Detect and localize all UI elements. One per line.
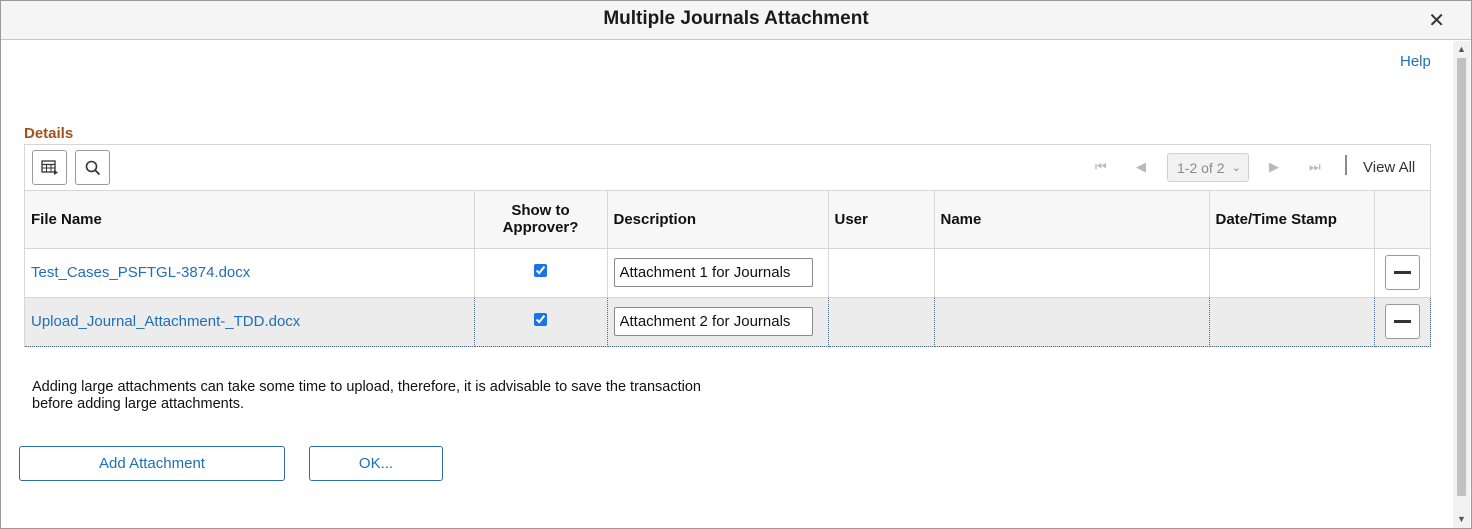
add-attachment-button[interactable]: Add Attachment <box>19 446 285 481</box>
file-name-cell: Upload_Journal_Attachment-_TDD.docx <box>25 296 475 347</box>
user-cell <box>828 296 935 347</box>
pager-divider <box>1345 155 1347 175</box>
dialog-titlebar: Multiple Journals Attachment ✕ <box>1 1 1471 40</box>
close-icon[interactable]: ✕ <box>1428 11 1445 31</box>
previous-page-icon[interactable]: ◀ <box>1136 159 1146 175</box>
first-page-icon[interactable]: ⏮ <box>1095 159 1107 175</box>
scroll-thumb[interactable] <box>1457 58 1466 496</box>
help-link[interactable]: Help <box>1400 53 1431 70</box>
name-cell <box>934 296 1210 347</box>
dialog: Multiple Journals Attachment ✕ ▲ ▼ Help … <box>0 0 1472 529</box>
ok-button[interactable]: OK... <box>309 446 443 481</box>
grid-personalize-icon <box>40 159 58 175</box>
actions-header <box>1374 191 1431 249</box>
scroll-up-arrow-icon[interactable]: ▲ <box>1453 41 1470 58</box>
details-section-title: Details <box>24 125 74 142</box>
delete-row-button[interactable] <box>1384 255 1420 290</box>
user-cell <box>828 248 935 298</box>
description-cell <box>607 296 829 347</box>
datetime-cell <box>1209 248 1375 298</box>
file-link[interactable]: Upload_Journal_Attachment-_TDD.docx <box>31 313 300 330</box>
table-header-row: File Name Show to Approver? Description … <box>25 191 1431 249</box>
datetime-cell <box>1209 296 1375 347</box>
description-input[interactable] <box>613 258 813 287</box>
delete-row-button[interactable] <box>1384 304 1420 339</box>
attachments-table: File Name Show to Approver? Description … <box>25 191 1431 347</box>
file-name-cell: Test_Cases_PSFTGL-3874.docx <box>25 248 475 298</box>
show-header-line1: Show to <box>511 202 570 220</box>
show-to-approver-checkbox[interactable] <box>534 264 547 277</box>
file-name-header: File Name <box>25 191 475 249</box>
name-cell <box>934 248 1210 298</box>
pager-select[interactable]: 1-2 of 2 ⌄ <box>1167 153 1249 182</box>
show-to-approver-cell <box>474 248 608 298</box>
view-all-link[interactable]: View All <box>1363 159 1415 176</box>
chevron-down-icon: ⌄ <box>1231 162 1241 174</box>
scroll-down-arrow-icon[interactable]: ▼ <box>1453 511 1470 528</box>
grid-toolbar: ⏮ ◀ 1-2 of 2 ⌄ ▶ ⏭ View All <box>25 145 1430 191</box>
minus-icon <box>1393 271 1411 274</box>
show-to-approver-cell <box>474 296 608 347</box>
attachments-grid: ⏮ ◀ 1-2 of 2 ⌄ ▶ ⏭ View All File Name Sh… <box>24 144 1431 347</box>
find-in-grid-button[interactable] <box>75 150 110 185</box>
show-to-approver-checkbox[interactable] <box>534 313 547 326</box>
show-to-approver-header: Show to Approver? <box>474 191 608 249</box>
actions-cell <box>1374 248 1431 298</box>
description-cell <box>607 248 829 298</box>
pager-value: 1-2 of 2 <box>1177 160 1225 176</box>
minus-icon <box>1393 320 1411 323</box>
search-icon <box>85 160 100 175</box>
name-header: Name <box>934 191 1210 249</box>
last-page-icon[interactable]: ⏭ <box>1309 159 1321 175</box>
description-header: Description <box>607 191 829 249</box>
table-row: Test_Cases_PSFTGL-3874.docx <box>25 248 1431 298</box>
show-header-line2: Approver? <box>502 219 579 237</box>
next-page-icon[interactable]: ▶ <box>1269 159 1279 175</box>
datetime-header: Date/Time Stamp <box>1209 191 1375 249</box>
table-row: Upload_Journal_Attachment-_TDD.docx <box>25 296 1431 347</box>
personalize-grid-button[interactable] <box>32 150 67 185</box>
description-input[interactable] <box>613 307 813 336</box>
file-link[interactable]: Test_Cases_PSFTGL-3874.docx <box>31 264 250 281</box>
user-header: User <box>828 191 935 249</box>
vertical-scrollbar[interactable]: ▲ ▼ <box>1453 41 1470 528</box>
large-attachment-note: Adding large attachments can take some t… <box>32 379 701 412</box>
actions-cell <box>1374 296 1431 347</box>
dialog-title: Multiple Journals Attachment <box>603 8 869 29</box>
